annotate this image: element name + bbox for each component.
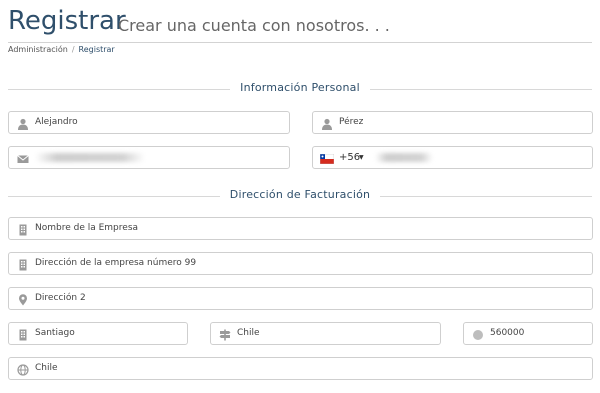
phone-field[interactable]: +56 ▼ bbox=[312, 146, 593, 169]
company-placeholder: Nombre de la Empresa bbox=[35, 223, 139, 233]
chile-flag-icon[interactable] bbox=[320, 154, 334, 164]
state-value: Chile bbox=[237, 328, 260, 338]
email-field[interactable] bbox=[8, 146, 290, 169]
city-field[interactable]: Santiago bbox=[8, 322, 188, 345]
company-field[interactable]: Nombre de la Empresa bbox=[8, 217, 593, 240]
phone-country-code[interactable]: +56 bbox=[339, 152, 360, 163]
first-name-value: Alejandro bbox=[35, 117, 78, 127]
signpost-icon bbox=[219, 329, 231, 341]
map-marker-icon bbox=[19, 294, 27, 306]
postcode-field[interactable]: 560000 bbox=[463, 322, 593, 345]
address2-field[interactable]: Dirección 2 bbox=[8, 287, 593, 310]
state-field[interactable]: Chile bbox=[210, 322, 441, 345]
country-value: Chile bbox=[35, 363, 58, 373]
breadcrumb-item-admin[interactable]: Administración bbox=[8, 45, 68, 54]
page-header: Registrar Crear una cuenta con nosotros.… bbox=[8, 6, 592, 43]
section-title-billing: Dirección de Facturación bbox=[221, 188, 379, 201]
section-personal-info: Información Personal bbox=[8, 81, 592, 97]
first-name-field[interactable]: Alejandro bbox=[8, 111, 290, 134]
section-billing: Dirección de Facturación bbox=[8, 188, 592, 204]
country-field[interactable]: Chile bbox=[8, 357, 593, 380]
building-icon bbox=[19, 259, 27, 271]
building-icon bbox=[19, 224, 27, 236]
address2-placeholder: Dirección 2 bbox=[35, 293, 86, 303]
chevron-down-icon[interactable]: ▼ bbox=[359, 154, 364, 161]
section-title-personal: Información Personal bbox=[232, 81, 368, 94]
user-icon bbox=[18, 118, 28, 130]
address1-field[interactable]: Dirección de la empresa número 99 bbox=[8, 252, 593, 275]
email-value-redacted bbox=[35, 153, 145, 162]
page-subtitle: Crear una cuenta con nosotros. . . bbox=[118, 16, 390, 35]
city-value: Santiago bbox=[35, 328, 75, 338]
last-name-value: Pérez bbox=[339, 117, 364, 127]
envelope-icon bbox=[17, 155, 29, 163]
circle-icon bbox=[473, 330, 483, 340]
breadcrumb-item-current: Registrar bbox=[78, 45, 115, 54]
breadcrumb-separator: / bbox=[71, 45, 75, 54]
postcode-value: 560000 bbox=[490, 328, 525, 338]
last-name-field[interactable]: Pérez bbox=[312, 111, 593, 134]
building-icon bbox=[19, 329, 27, 341]
globe-icon bbox=[17, 364, 29, 376]
address1-value: Dirección de la empresa número 99 bbox=[35, 258, 197, 268]
page-title: Registrar bbox=[8, 6, 126, 36]
phone-value-redacted bbox=[375, 153, 433, 162]
breadcrumb: Administración / Registrar bbox=[8, 45, 115, 54]
user-icon bbox=[322, 118, 332, 130]
